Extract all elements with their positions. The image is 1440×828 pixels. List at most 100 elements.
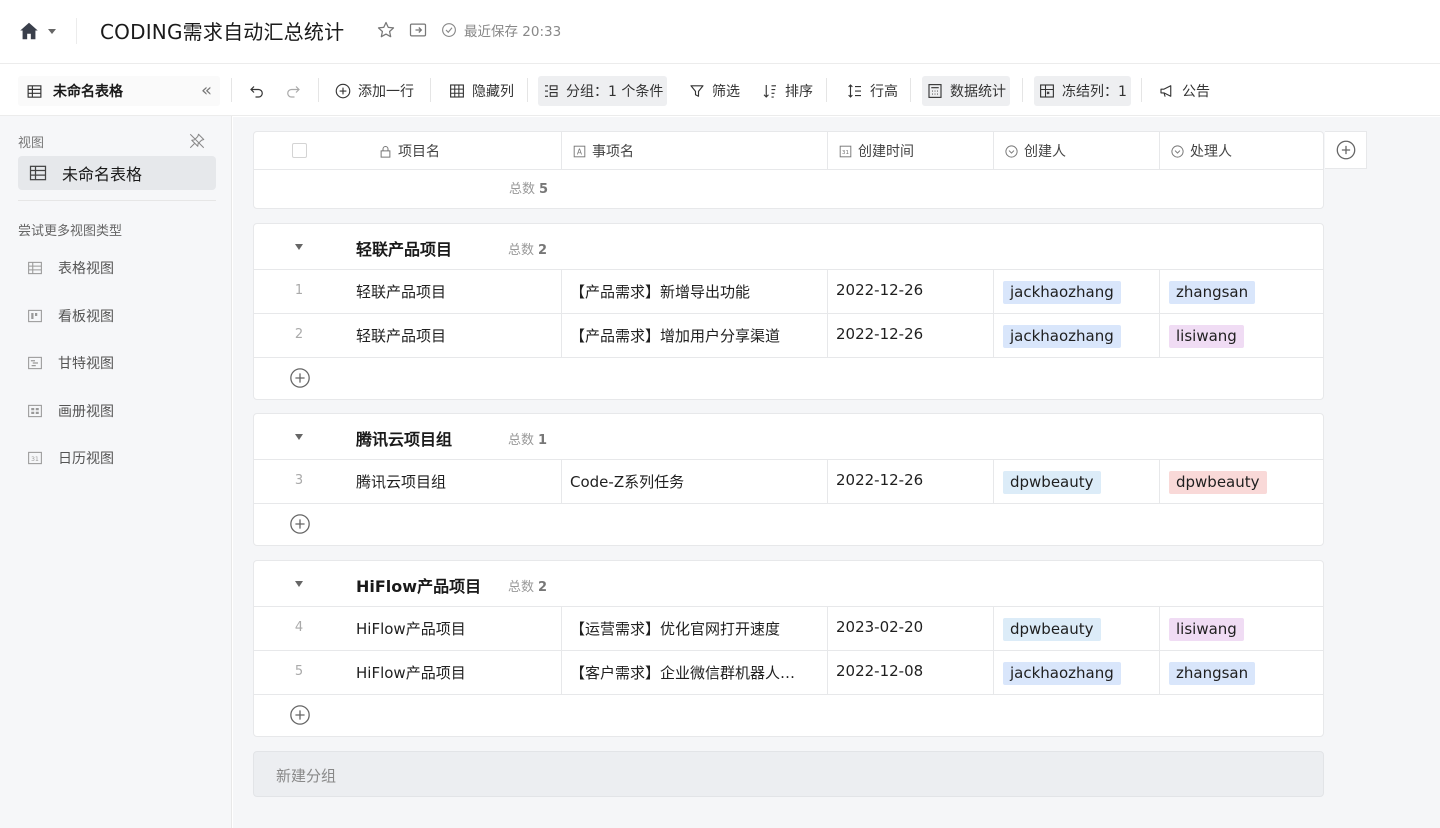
divider — [910, 78, 911, 102]
handler-tag[interactable]: zhangsan — [1169, 662, 1256, 685]
add-record-row[interactable] — [254, 504, 1324, 544]
handler-tag[interactable]: lisiwang — [1169, 618, 1244, 641]
filter-label: 筛选 — [712, 84, 740, 100]
data-stats-button[interactable]: 数据统计 — [922, 76, 1010, 106]
add-row-label: 添加一行 — [358, 84, 414, 100]
plus-circle-icon[interactable] — [289, 513, 311, 535]
grid-icon — [450, 84, 464, 98]
home-menu[interactable] — [18, 20, 56, 42]
add-column-button[interactable] — [1325, 131, 1367, 169]
cell-created[interactable]: 2023-02-20 — [836, 618, 986, 636]
group-button[interactable]: 分组：1 个条件 — [538, 76, 668, 106]
cell-project[interactable]: 轻联产品项目 — [356, 281, 551, 302]
cell-project[interactable]: 腾讯云项目组 — [356, 471, 551, 492]
add-record-row[interactable] — [254, 358, 1324, 398]
star-icon[interactable] — [376, 20, 396, 40]
total-value: 5 — [539, 182, 549, 197]
group-header[interactable]: 轻联产品项目 总数 2 — [254, 224, 1324, 270]
sidebar-item-calendar-view[interactable]: 31 日历视图 — [26, 447, 114, 469]
cell-item[interactable]: Code-Z系列任务 — [570, 471, 820, 492]
column-header-item[interactable]: A 事项名 — [572, 132, 634, 170]
new-group-button[interactable]: 新建分组 — [253, 751, 1324, 797]
document-title[interactable]: CODING需求自动汇总统计 — [100, 16, 344, 45]
home-icon[interactable] — [18, 20, 40, 42]
plus-circle-icon[interactable] — [289, 704, 311, 726]
table-row[interactable]: 5 HiFlow产品项目 【客户需求】企业微信群机器人… 2022-12-08 … — [254, 651, 1324, 695]
handler-tag[interactable]: dpwbeauty — [1169, 471, 1267, 494]
cell-project[interactable]: HiFlow产品项目 — [356, 662, 551, 683]
add-record-row[interactable] — [254, 695, 1324, 735]
group-header[interactable]: HiFlow产品项目 总数 2 — [254, 561, 1324, 607]
add-row-button[interactable]: 添加一行 — [330, 76, 418, 106]
chevron-down-icon[interactable] — [48, 28, 56, 34]
cell-item[interactable]: 【客户需求】企业微信群机器人… — [570, 662, 820, 683]
column-header-handler[interactable]: 处理人 — [1170, 132, 1232, 170]
creator-tag[interactable]: dpwbeauty — [1003, 618, 1101, 641]
divider — [318, 78, 319, 102]
creator-tag[interactable]: dpwbeauty — [1003, 471, 1101, 494]
sort-button[interactable]: 排序 — [757, 76, 817, 106]
sidebar-item-label: 表格视图 — [58, 261, 114, 277]
unpin-icon[interactable] — [188, 132, 206, 150]
collapse-sidebar-icon[interactable]: « — [201, 80, 212, 101]
creator-tag[interactable]: jackhaozhang — [1003, 325, 1121, 348]
table-row[interactable]: 1 轻联产品项目 【产品需求】新增导出功能 2022-12-26 jackhao… — [254, 270, 1324, 314]
cell-item[interactable]: 【产品需求】新增导出功能 — [570, 281, 820, 302]
filter-icon — [690, 85, 704, 97]
column-header-created[interactable]: 31 创建时间 — [838, 132, 914, 170]
table-canvas: 项目名 A 事项名 31 创建时间 创建人 处理人 总数 5 轻联产品项目 总数… — [233, 117, 1440, 828]
collapse-group-icon[interactable] — [295, 434, 303, 440]
handler-tag[interactable]: zhangsan — [1169, 281, 1256, 304]
divider — [430, 78, 431, 102]
row-number: 3 — [294, 473, 304, 488]
cell-created[interactable]: 2022-12-26 — [836, 325, 986, 343]
column-divider — [827, 460, 828, 504]
creator-tag[interactable]: jackhaozhang — [1003, 281, 1121, 304]
group-header[interactable]: 腾讯云项目组 总数 1 — [254, 414, 1324, 460]
cell-created[interactable]: 2022-12-26 — [836, 281, 986, 299]
sidebar-item-label: 甘特视图 — [58, 356, 114, 372]
collapse-group-icon[interactable] — [295, 244, 303, 250]
sidebar-item-active-view[interactable]: 未命名表格 — [18, 156, 216, 190]
total-count: 总数 5 — [509, 178, 548, 197]
sidebar-item-kanban-view[interactable]: 看板视图 — [26, 305, 114, 327]
table-row[interactable]: 3 腾讯云项目组 Code-Z系列任务 2022-12-26 dpwbeauty… — [254, 460, 1324, 504]
undo-button[interactable] — [244, 76, 270, 106]
cell-project[interactable]: 轻联产品项目 — [356, 325, 551, 346]
redo-button[interactable] — [280, 76, 306, 106]
filter-button[interactable]: 筛选 — [684, 76, 744, 106]
row-number: 5 — [294, 664, 304, 679]
sort-icon — [763, 85, 776, 98]
cell-item[interactable]: 【运营需求】优化官网打开速度 — [570, 618, 820, 639]
freeze-columns-label: 冻结列：1 — [1062, 84, 1127, 100]
collapse-group-icon[interactable] — [295, 581, 303, 587]
table-row[interactable]: 4 HiFlow产品项目 【运营需求】优化官网打开速度 2023-02-20 d… — [254, 607, 1324, 651]
hide-columns-button[interactable]: 隐藏列 — [444, 76, 518, 106]
creator-tag[interactable]: jackhaozhang — [1003, 662, 1121, 685]
freeze-columns-button[interactable]: 冻结列：1 — [1034, 76, 1131, 106]
move-to-folder-icon[interactable] — [408, 20, 428, 40]
sidebar-item-table-view[interactable]: 表格视图 — [26, 257, 114, 279]
announcement-button[interactable]: 公告 — [1154, 76, 1214, 106]
group-count-label: 总数 — [508, 433, 535, 448]
group-card: HiFlow产品项目 总数 2 4 HiFlow产品项目 【运营需求】优化官网打开… — [253, 560, 1324, 737]
column-divider — [827, 607, 828, 695]
sidebar-item-gantt-view[interactable]: 甘特视图 — [26, 352, 114, 374]
cell-created[interactable]: 2022-12-26 — [836, 471, 986, 489]
sidebar-item-gallery-view[interactable]: 画册视图 — [26, 400, 114, 422]
cell-created[interactable]: 2022-12-08 — [836, 662, 986, 680]
cell-item[interactable]: 【产品需求】增加用户分享渠道 — [570, 325, 820, 346]
row-height-button[interactable]: 行高 — [842, 76, 902, 106]
plus-circle-icon[interactable] — [289, 367, 311, 389]
column-header-project[interactable]: 项目名 — [378, 132, 440, 170]
row-number: 1 — [294, 283, 304, 298]
row-number: 4 — [294, 620, 304, 635]
select-all-checkbox[interactable] — [292, 143, 307, 158]
cell-project[interactable]: HiFlow产品项目 — [356, 618, 551, 639]
column-header-creator[interactable]: 创建人 — [1004, 132, 1066, 170]
handler-tag[interactable]: lisiwang — [1169, 325, 1244, 348]
current-view-selector[interactable]: 未命名表格 « — [18, 76, 220, 106]
group-name: 轻联产品项目 — [356, 240, 453, 259]
table-row[interactable]: 2 轻联产品项目 【产品需求】增加用户分享渠道 2022-12-26 jackh… — [254, 314, 1324, 358]
announcement-label: 公告 — [1182, 84, 1210, 100]
